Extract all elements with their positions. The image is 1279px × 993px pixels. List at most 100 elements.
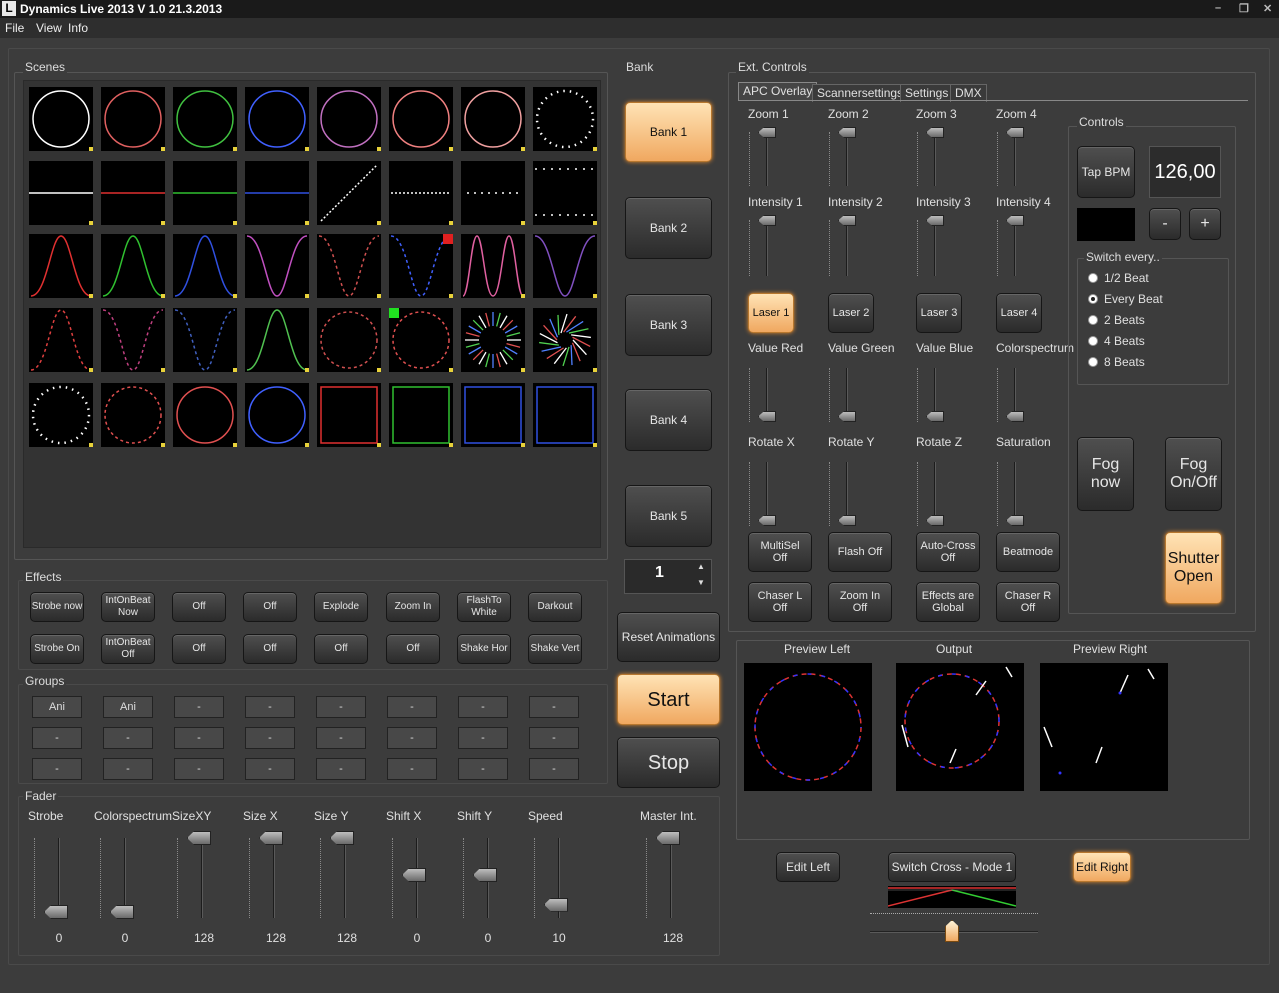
scene-tile[interactable] bbox=[101, 161, 165, 225]
mode-button[interactable]: Zoom In Off bbox=[828, 582, 892, 622]
fog-now-button[interactable]: Fog now bbox=[1077, 437, 1134, 511]
scene-tile[interactable] bbox=[461, 234, 525, 298]
group-button[interactable]: - bbox=[32, 727, 82, 749]
effect-button[interactable]: Shake Hor bbox=[457, 634, 511, 664]
scene-tile[interactable] bbox=[317, 383, 381, 447]
switch-radio[interactable] bbox=[1088, 357, 1098, 367]
scene-tile[interactable] bbox=[101, 87, 165, 151]
laser-button[interactable]: Laser 1 bbox=[748, 293, 794, 333]
menu-info[interactable]: Info bbox=[68, 21, 88, 35]
scene-tile[interactable] bbox=[173, 161, 237, 225]
effect-button[interactable]: Zoom In bbox=[386, 592, 440, 622]
group-button[interactable]: - bbox=[245, 727, 295, 749]
effect-button[interactable]: Off bbox=[243, 634, 297, 664]
effect-button[interactable]: Strobe now bbox=[30, 592, 84, 622]
group-button[interactable]: - bbox=[529, 727, 579, 749]
bank-4-button[interactable]: Bank 4 bbox=[625, 389, 712, 451]
fog-onoff-button[interactable]: Fog On/Off bbox=[1165, 437, 1222, 511]
scene-tile[interactable] bbox=[533, 87, 597, 151]
start-button[interactable]: Start bbox=[617, 674, 720, 725]
tab-apc-overlay[interactable]: APC Overlay bbox=[738, 82, 818, 100]
mode-button[interactable]: Beatmode bbox=[996, 532, 1060, 572]
scene-tile[interactable] bbox=[245, 308, 309, 372]
mode-button[interactable]: Flash Off bbox=[828, 532, 892, 572]
spinner-down-icon[interactable]: ▼ bbox=[697, 578, 705, 587]
stop-button[interactable]: Stop bbox=[617, 737, 720, 788]
laser-button[interactable]: Laser 2 bbox=[828, 293, 874, 333]
scene-tile[interactable] bbox=[389, 308, 453, 372]
effect-button[interactable]: FlashTo White bbox=[457, 592, 511, 622]
mode-button[interactable]: Chaser R Off bbox=[996, 582, 1060, 622]
scene-tile[interactable] bbox=[101, 234, 165, 298]
scene-tile[interactable] bbox=[29, 383, 93, 447]
mode-button[interactable]: Effects are Global bbox=[916, 582, 980, 622]
edit-right-button[interactable]: Edit Right bbox=[1073, 852, 1131, 882]
spinner-up-icon[interactable]: ▲ bbox=[697, 562, 705, 571]
scene-tile[interactable] bbox=[389, 87, 453, 151]
mode-button[interactable]: MultiSel Off bbox=[748, 532, 812, 572]
effect-button[interactable]: Explode bbox=[314, 592, 368, 622]
group-button[interactable]: - bbox=[174, 696, 224, 718]
scene-tile[interactable] bbox=[101, 383, 165, 447]
group-button[interactable]: - bbox=[174, 758, 224, 780]
bank-3-button[interactable]: Bank 3 bbox=[625, 294, 712, 356]
group-button[interactable]: - bbox=[387, 727, 437, 749]
switch-radio[interactable] bbox=[1088, 315, 1098, 325]
effect-button[interactable]: IntOnBeat Off bbox=[101, 634, 155, 664]
scene-tile[interactable] bbox=[533, 308, 597, 372]
group-button[interactable]: - bbox=[387, 696, 437, 718]
tap-bpm-button[interactable]: Tap BPM bbox=[1077, 146, 1135, 198]
bpm-plus-button[interactable]: + bbox=[1189, 208, 1221, 240]
bank-spinner[interactable]: 1 ▲ ▼ bbox=[624, 559, 712, 594]
group-button[interactable]: - bbox=[458, 696, 508, 718]
group-button[interactable]: Ani bbox=[103, 696, 153, 718]
group-button[interactable]: - bbox=[458, 727, 508, 749]
scene-tile[interactable] bbox=[317, 161, 381, 225]
scene-tile[interactable] bbox=[245, 383, 309, 447]
edit-left-button[interactable]: Edit Left bbox=[776, 852, 840, 882]
apc-slider-track[interactable] bbox=[934, 220, 936, 276]
effect-button[interactable]: Off bbox=[172, 592, 226, 622]
fader-track[interactable] bbox=[344, 838, 346, 918]
scene-tile[interactable] bbox=[533, 383, 597, 447]
effect-button[interactable]: Shake Vert bbox=[528, 634, 582, 664]
fader-track[interactable] bbox=[201, 838, 203, 918]
group-button[interactable]: - bbox=[316, 727, 366, 749]
bank-5-button[interactable]: Bank 5 bbox=[625, 485, 712, 547]
bank-2-button[interactable]: Bank 2 bbox=[625, 197, 712, 259]
fader-track[interactable] bbox=[273, 838, 275, 918]
scene-tile[interactable] bbox=[173, 308, 237, 372]
scene-tile[interactable] bbox=[317, 234, 381, 298]
group-button[interactable]: Ani bbox=[32, 696, 82, 718]
apc-slider-track[interactable] bbox=[846, 132, 848, 186]
switch-radio[interactable] bbox=[1088, 294, 1098, 304]
reset-animations-button[interactable]: Reset Animations bbox=[617, 612, 720, 662]
scene-tile[interactable] bbox=[461, 308, 525, 372]
shutter-open-button[interactable]: Shutter Open bbox=[1165, 532, 1222, 604]
close-icon[interactable]: ✕ bbox=[1263, 2, 1272, 15]
group-button[interactable]: - bbox=[316, 758, 366, 780]
scene-tile[interactable] bbox=[173, 234, 237, 298]
scene-tile[interactable] bbox=[29, 87, 93, 151]
group-button[interactable]: - bbox=[32, 758, 82, 780]
minimize-icon[interactable]: – bbox=[1215, 2, 1221, 14]
switch-cross-button[interactable]: Switch Cross - Mode 1 bbox=[888, 852, 1016, 882]
group-button[interactable]: - bbox=[245, 696, 295, 718]
bpm-minus-button[interactable]: - bbox=[1149, 208, 1181, 240]
scene-tile[interactable] bbox=[317, 87, 381, 151]
group-button[interactable]: - bbox=[174, 727, 224, 749]
scene-tile[interactable] bbox=[533, 234, 597, 298]
group-button[interactable]: - bbox=[103, 758, 153, 780]
switch-radio[interactable] bbox=[1088, 336, 1098, 346]
fader-track[interactable] bbox=[670, 838, 672, 918]
menu-view[interactable]: View bbox=[36, 21, 62, 35]
bank-1-button[interactable]: Bank 1 bbox=[625, 102, 712, 162]
group-button[interactable]: - bbox=[387, 758, 437, 780]
apc-slider-track[interactable] bbox=[934, 132, 936, 186]
scene-tile[interactable] bbox=[29, 234, 93, 298]
effect-button[interactable]: Off bbox=[243, 592, 297, 622]
group-button[interactable]: - bbox=[245, 758, 295, 780]
scene-tile[interactable] bbox=[461, 161, 525, 225]
group-button[interactable]: - bbox=[529, 758, 579, 780]
apc-slider-track[interactable] bbox=[766, 132, 768, 186]
